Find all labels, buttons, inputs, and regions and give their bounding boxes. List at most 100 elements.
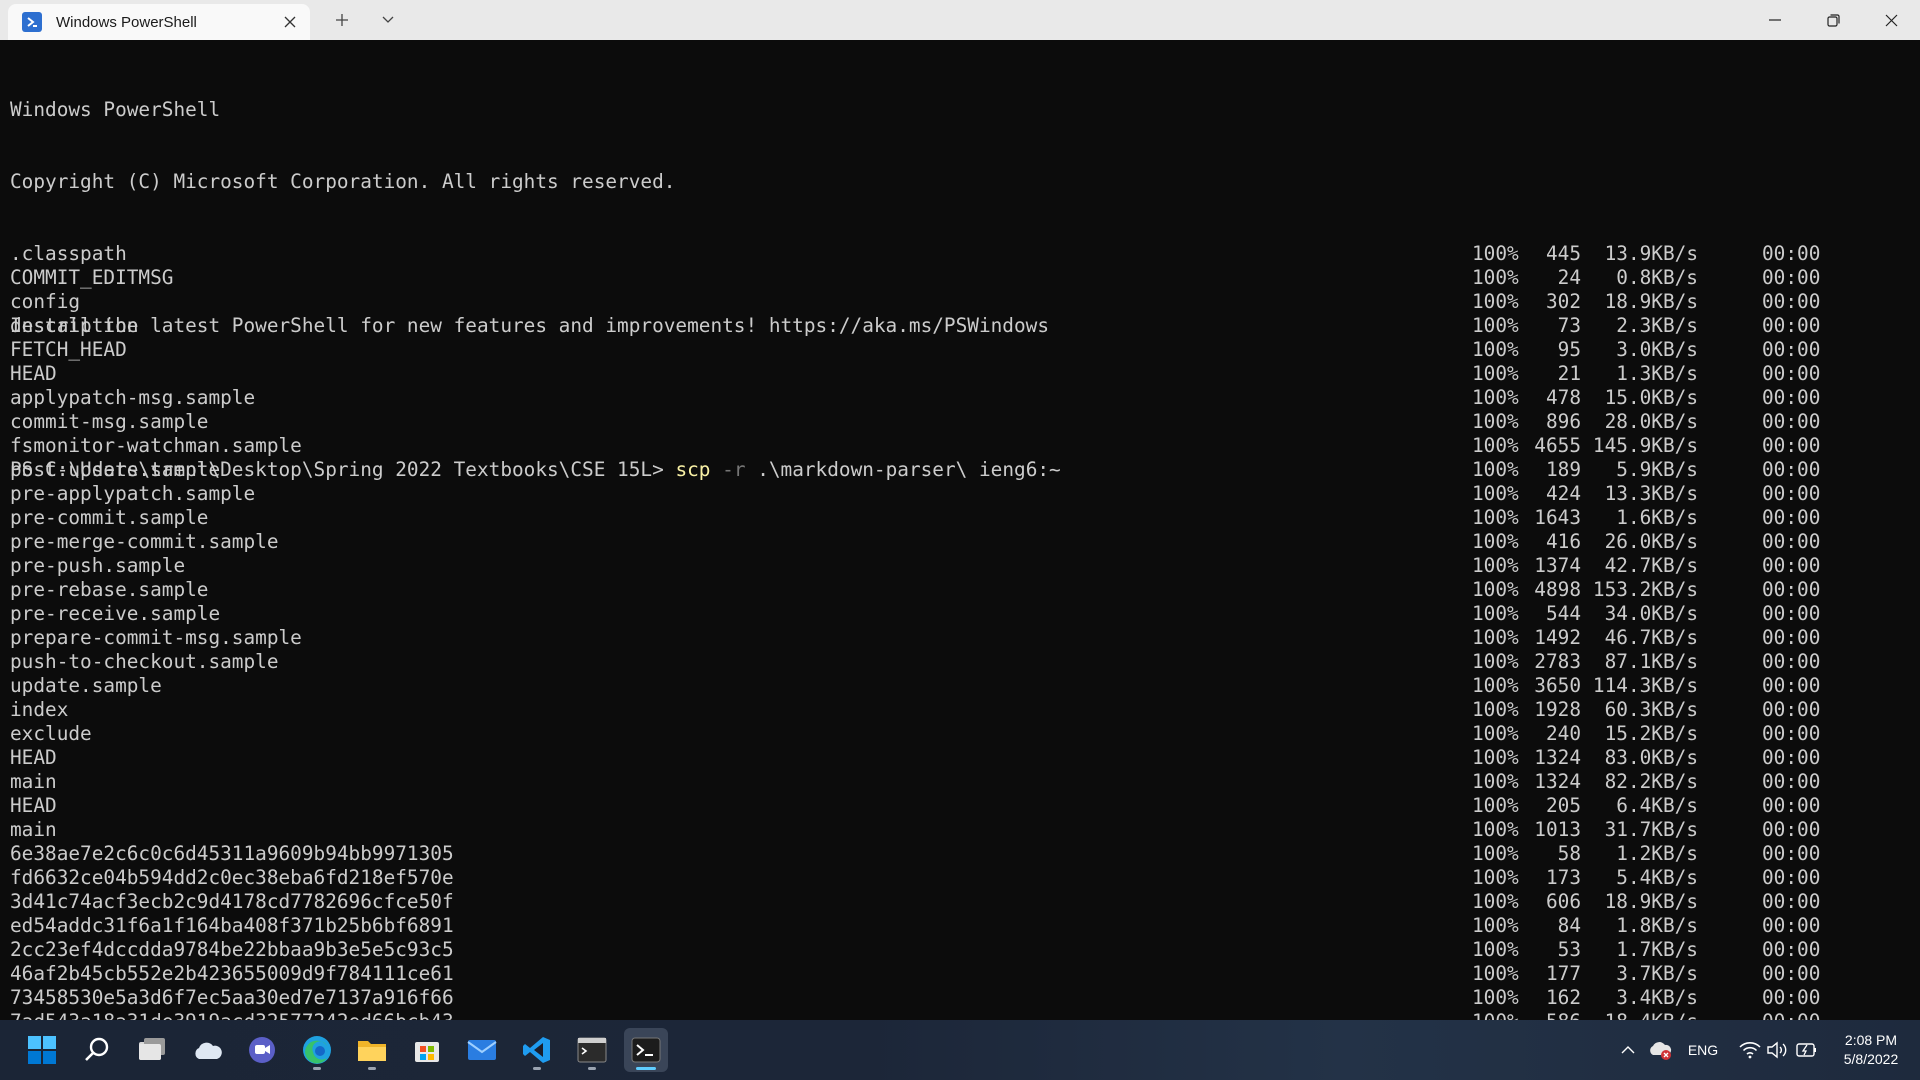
transfer-size: 4898 <box>1534 578 1581 601</box>
transfer-row: update.sample 100% 3650 114.3KB/s 00:00 <box>10 674 1910 698</box>
transfer-filename: prepare-commit-msg.sample <box>10 626 302 649</box>
transfer-time: 00:00 <box>1762 722 1821 745</box>
transfer-rate: 0.8KB/s <box>1616 266 1698 289</box>
tab-title: Windows PowerShell <box>56 13 197 31</box>
start-icon[interactable] <box>20 1028 64 1072</box>
transfer-rate: 2.3KB/s <box>1616 314 1698 337</box>
transfer-rate: 3.4KB/s <box>1616 986 1698 1009</box>
transfer-percent: 100% <box>1472 314 1519 337</box>
transfer-size: 896 <box>1545 410 1581 433</box>
transfer-size: 1013 <box>1534 818 1581 841</box>
transfer-percent: 100% <box>1472 386 1519 409</box>
transfer-row: 6e38ae7e2c6c0c6d45311a9609b94bb9971305 10… <box>10 842 1910 866</box>
scrollbar[interactable] <box>1908 86 1912 1020</box>
transfer-percent: 100% <box>1472 674 1519 697</box>
transfer-time: 00:00 <box>1762 290 1821 313</box>
running-indicator <box>313 1067 321 1070</box>
header-line: Windows PowerShell <box>10 98 221 121</box>
edge-icon[interactable] <box>295 1028 339 1072</box>
transfer-rate: 15.0KB/s <box>1604 386 1698 409</box>
transfer-rate: 15.2KB/s <box>1604 722 1698 745</box>
transfer-rate: 18.9KB/s <box>1604 290 1698 313</box>
transfer-time: 00:00 <box>1762 338 1821 361</box>
transfer-filename: COMMIT_EDITMSG <box>10 266 174 289</box>
system-clock[interactable]: 2:08 PM 5/8/2022 <box>1830 1031 1912 1069</box>
close-window-button[interactable] <box>1862 0 1920 40</box>
transfer-rate: 1.2KB/s <box>1616 842 1698 865</box>
transfer-time: 00:00 <box>1762 530 1821 553</box>
transfer-time: 00:00 <box>1762 866 1821 889</box>
transfer-filename: update.sample <box>10 674 162 697</box>
volume-icon[interactable] <box>1764 1020 1790 1080</box>
minimize-button[interactable] <box>1746 0 1804 40</box>
transfer-percent: 100% <box>1472 938 1519 961</box>
transfer-row: fsmonitor-watchman.sample 100% 4655 145.9KB… <box>10 434 1910 458</box>
tab-windows-powershell[interactable]: Windows PowerShell <box>8 4 310 40</box>
transfer-time: 00:00 <box>1762 602 1821 625</box>
transfer-filename: ed54addc31f6a1f164ba408f371b25b6bf6891 <box>10 914 454 937</box>
transfer-filename: config <box>10 290 81 313</box>
transfer-row: description 100% 73 2.3KB/s 00:00 <box>10 314 1910 338</box>
transfer-filename: main <box>10 770 57 793</box>
transfer-filename: 7ad543a18a31de3919acd32577242ed66bcb43 <box>10 1010 454 1020</box>
terminal-output[interactable]: Windows PowerShell Copyright (C) Microso… <box>0 40 1920 1020</box>
transfer-filename: 2cc23ef4dccdda9784be22bbaa9b3e5e5c93c5 <box>10 938 454 961</box>
transfer-filename: applypatch-msg.sample <box>10 386 256 409</box>
close-tab-icon[interactable] <box>276 8 304 36</box>
transfer-time: 00:00 <box>1762 314 1821 337</box>
chevron-up-icon[interactable] <box>1616 1020 1640 1080</box>
transfer-time: 00:00 <box>1762 434 1821 457</box>
new-tab-button[interactable] <box>322 4 362 36</box>
onedrive-error-icon[interactable] <box>1644 1020 1676 1080</box>
mail-icon[interactable] <box>460 1028 504 1072</box>
task-view-icon[interactable] <box>130 1028 174 1072</box>
transfer-filename: pre-merge-commit.sample <box>10 530 279 553</box>
transfer-row: push-to-checkout.sample 100% 2783 87.1KB/s 0… <box>10 650 1910 674</box>
header-line: Copyright (C) Microsoft Corporation. All… <box>10 170 676 193</box>
transfer-filename: FETCH_HEAD <box>10 338 127 361</box>
transfer-size: 21 <box>1557 362 1581 385</box>
transfer-time: 00:00 <box>1762 386 1821 409</box>
teams-chat-icon[interactable] <box>240 1028 284 1072</box>
battery-icon[interactable] <box>1792 1020 1820 1080</box>
transfer-filename: pre-rebase.sample <box>10 578 209 601</box>
transfer-filename: 3d41c74acf3ecb2c9d4178cd7782696cfce50f <box>10 890 454 913</box>
restore-button[interactable] <box>1804 0 1862 40</box>
transfer-percent: 100% <box>1472 698 1519 721</box>
transfer-row: main 100% 1013 31.7KB/s 00:00 <box>10 818 1910 842</box>
transfer-time: 00:00 <box>1762 482 1821 505</box>
transfer-row: 2cc23ef4dccdda9784be22bbaa9b3e5e5c93c5 10… <box>10 938 1910 962</box>
transfer-rate: 82.2KB/s <box>1604 770 1698 793</box>
transfer-time: 00:00 <box>1762 890 1821 913</box>
transfer-rate: 145.9KB/s <box>1592 434 1698 457</box>
transfer-time: 00:00 <box>1762 458 1821 481</box>
transfer-rate: 83.0KB/s <box>1604 746 1698 769</box>
wifi-icon[interactable] <box>1736 1020 1764 1080</box>
search-icon[interactable] <box>75 1028 119 1072</box>
transfer-size: 177 <box>1545 962 1581 985</box>
onedrive-icon[interactable] <box>185 1028 229 1072</box>
chevron-down-icon[interactable] <box>368 4 408 36</box>
transfer-row: HEAD 100% 1324 83.0KB/s 00:00 <box>10 746 1910 770</box>
transfer-percent: 100% <box>1472 818 1519 841</box>
transfer-size: 3650 <box>1534 674 1581 697</box>
transfer-filename: fd6632ce04b594dd2c0ec38eba6fd218ef570e <box>10 866 454 889</box>
vscode-icon[interactable] <box>515 1028 559 1072</box>
transfer-filename: 46af2b45cb552e2b423655009d9f784111ce61 <box>10 962 454 985</box>
windows-terminal-icon[interactable] <box>624 1028 668 1072</box>
transfer-percent: 100% <box>1472 578 1519 601</box>
microsoft-store-icon[interactable] <box>405 1028 449 1072</box>
taskbar: ENG 2:08 PM 5/8/2022 <box>0 1020 1920 1080</box>
transfer-row: config 100% 302 18.9KB/s 00:00 <box>10 290 1910 314</box>
file-explorer-icon[interactable] <box>350 1028 394 1072</box>
command-prompt-icon[interactable] <box>570 1028 614 1072</box>
transfer-row: exclude 100% 240 15.2KB/s 00:00 <box>10 722 1910 746</box>
transfer-time: 00:00 <box>1762 554 1821 577</box>
transfer-row: .classpath 100% 445 13.9KB/s 00:00 <box>10 242 1910 266</box>
language-indicator[interactable]: ENG <box>1683 1020 1723 1080</box>
transfer-time: 00:00 <box>1762 962 1821 985</box>
transfer-rate: 114.3KB/s <box>1592 674 1698 697</box>
transfer-filename: HEAD <box>10 794 57 817</box>
transfer-list: .classpath 100% 445 13.9KB/s 00:00 COMMIT_EDI… <box>10 242 1910 1020</box>
transfer-row: applypatch-msg.sample 100% 478 15.0KB/s 00:0… <box>10 386 1910 410</box>
